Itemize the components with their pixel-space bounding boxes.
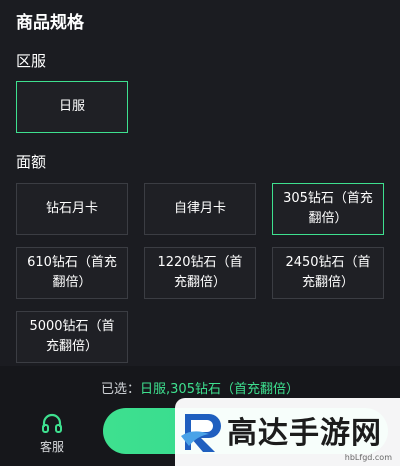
customer-service-button[interactable]: 客服 [30, 412, 74, 455]
watermark-url: hbLfgd.com [344, 453, 392, 462]
denomination-option-2450[interactable]: 2450钻石（首充翻倍） [272, 247, 384, 299]
denomination-label: 面额 [16, 153, 47, 171]
watermark-logo-icon [181, 414, 221, 452]
page-title: 商品规格 [16, 13, 84, 33]
denomination-option-305[interactable]: 305钻石（首充翻倍） [272, 183, 384, 235]
headset-icon [42, 413, 62, 433]
watermark: 高达手游网 hbLfgd.com [175, 398, 400, 466]
denomination-option-monthly-diamond[interactable]: 钻石月卡 [16, 183, 128, 235]
denomination-option-1220[interactable]: 1220钻石（首充翻倍） [144, 247, 256, 299]
selected-summary: 已选：日服,305钻石（首充翻倍） [0, 378, 400, 397]
selected-prefix: 已选： [101, 382, 141, 397]
denomination-option-monthly-discipline[interactable]: 自律月卡 [144, 183, 256, 235]
watermark-text: 高达手游网 [227, 416, 382, 451]
region-label: 区服 [16, 52, 47, 70]
customer-service-label: 客服 [39, 440, 64, 454]
denomination-option-5000[interactable]: 5000钻石（首充翻倍） [16, 311, 128, 363]
denomination-option-610[interactable]: 610钻石（首充翻倍） [16, 247, 128, 299]
selected-value: 日服,305钻石（首充翻倍） [140, 382, 299, 397]
region-option-jp[interactable]: 日服 [16, 81, 128, 133]
